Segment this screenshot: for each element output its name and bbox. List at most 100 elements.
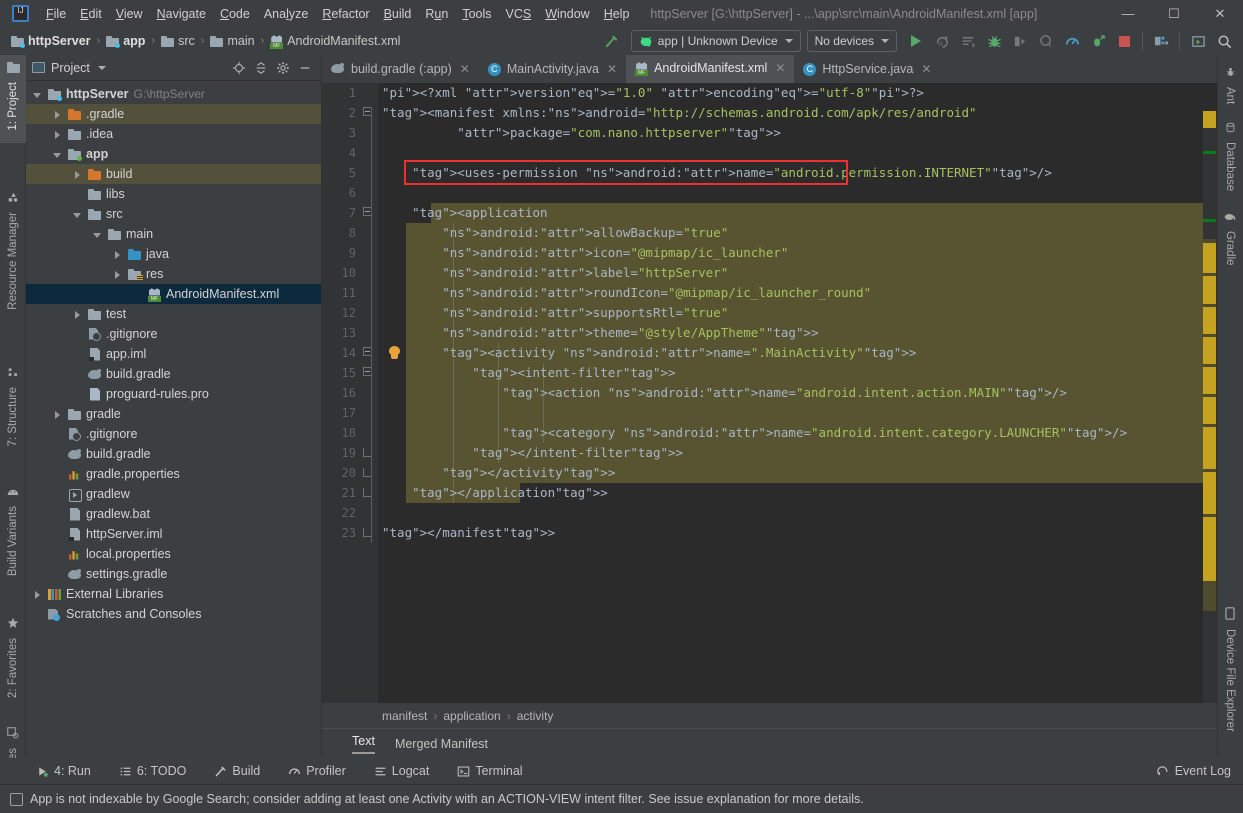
code-content[interactable]: "pi"><?xml "attr">version"eq">="1.0" "at… [378,83,1217,703]
code-line[interactable]: "tag"></intent-filter"tag">> [382,443,1217,463]
bottom-button-terminal[interactable]: Terminal [453,762,526,780]
code-line[interactable]: "tag"></application"tag">> [382,483,1217,503]
tree-node--gradle[interactable]: .gradle [26,104,321,124]
left-tool-tab-build-variants[interactable]: Build Variants [0,480,26,590]
profiler-icon[interactable] [1059,30,1085,52]
tree-node-httpserver-iml[interactable]: httpServer.iml [26,524,321,544]
tab-text[interactable]: Text [352,734,375,754]
tree-node--gitignore[interactable]: .gitignore [26,424,321,444]
tree-node-settings-gradle[interactable]: settings.gradle [26,564,321,584]
left-tool-tab-2--favorites[interactable]: 2: Favorites [0,610,26,715]
code-line[interactable]: "tag"><application [382,203,1217,223]
tree-node-local-properties[interactable]: local.properties [26,544,321,564]
code-line[interactable]: "ns">android:"attr">label="httpServer" [382,263,1217,283]
debug-icon[interactable] [981,30,1007,52]
code-line[interactable]: "tag"></activity"tag">> [382,463,1217,483]
code-line[interactable]: "ns">android:"attr">allowBackup="true" [382,223,1217,243]
code-line[interactable]: "tag"><manifest xmlns:"ns">android="http… [382,103,1217,123]
close-icon[interactable]: ✕ [607,62,617,76]
bottom-button-todo[interactable]: 6: TODO [115,762,191,780]
close-button[interactable]: ✕ [1197,0,1243,27]
code-line[interactable]: "tag"><category "ns">android:"attr">name… [382,423,1217,443]
tree-node-external-libraries[interactable]: External Libraries [26,584,321,604]
chevron-down-icon[interactable] [72,209,83,220]
tree-node-libs[interactable]: libs [26,184,321,204]
code-line[interactable]: "pi"><?xml "attr">version"eq">="1.0" "at… [382,83,1217,103]
code-line[interactable] [382,403,1217,423]
tree-node--idea[interactable]: .idea [26,124,321,144]
run-configuration-selector[interactable]: app | Unknown Device [630,30,801,52]
menu-item-build[interactable]: Build [377,4,419,24]
code-editor[interactable]: 1 2 3 4 5 6 7 8 9 10 11 12 13 14 15 16 17 18 19 20 21 22 23 "p… [322,83,1217,703]
menu-item-edit[interactable]: Edit [73,4,109,24]
right-tool-tab-database[interactable]: Database [1217,115,1243,200]
maximize-button[interactable]: ☐ [1151,0,1197,27]
menu-item-help[interactable]: Help [597,4,637,24]
chevron-down-icon[interactable] [92,229,103,240]
tree-node-app-iml[interactable]: app.iml [26,344,321,364]
run-with-coverage-icon[interactable] [1085,30,1111,52]
tree-node-proguard-rules-pro[interactable]: proguard-rules.pro [26,384,321,404]
minimize-button[interactable]: — [1105,0,1151,27]
menu-item-vcs[interactable]: VCS [499,4,539,24]
close-icon[interactable]: ✕ [921,62,931,76]
breadcrumb-activity[interactable]: activity [517,709,554,723]
tree-node-gradle-properties[interactable]: gradle.properties [26,464,321,484]
breadcrumb-manifest[interactable]: manifest [382,709,427,723]
breadcrumb-item-androidmanifest-xml[interactable]: AndroidManifest.xml [267,32,403,50]
menu-item-navigate[interactable]: Navigate [150,4,213,24]
editor-tab-mainactivity-java[interactable]: C MainActivity.java ✕ [479,55,626,83]
menu-item-view[interactable]: View [109,4,150,24]
breadcrumb-application[interactable]: application [443,709,500,723]
tree-node-java[interactable]: java [26,244,321,264]
code-line[interactable]: "tag"></manifest"tag">> [382,523,1217,543]
editor-tab-androidmanifest-xml[interactable]: AndroidManifest.xml ✕ [626,55,795,83]
menu-item-code[interactable]: Code [213,4,257,24]
collapse-all-icon[interactable] [251,58,271,78]
code-line[interactable]: "ns">android:"attr">theme="@style/AppThe… [382,323,1217,343]
chevron-right-icon[interactable] [112,249,123,260]
tree-node-gradlew-bat[interactable]: gradlew.bat [26,504,321,524]
tree-node-httpserver[interactable]: httpServer G:\httpServer [26,84,321,104]
stop-icon[interactable] [1111,30,1137,52]
editor-tab-build-gradle---app-[interactable]: build.gradle (:app) ✕ [322,55,479,83]
attach-process-icon[interactable] [1033,30,1059,52]
left-tool-tab-resource-manager[interactable]: Resource Manager [0,185,26,340]
code-line[interactable]: "attr">package="com.nano.httpserver""tag… [382,123,1217,143]
tree-node-test[interactable]: test [26,304,321,324]
bottom-button-run[interactable]: 4: Run [32,762,95,780]
code-line[interactable]: "ns">android:"attr">roundIcon="@mipmap/i… [382,283,1217,303]
chevron-right-icon[interactable] [52,129,63,140]
chevron-right-icon[interactable] [72,309,83,320]
settings-gear-icon[interactable] [273,58,293,78]
editor-tab-httpservice-java[interactable]: C HttpService.java ✕ [794,55,940,83]
locate-icon[interactable] [229,58,249,78]
menu-item-analyze[interactable]: Analyze [257,4,315,24]
run-icon[interactable] [903,30,929,52]
event-log-button[interactable]: Event Log [1156,764,1231,778]
breadcrumb-item-httpserver[interactable]: httpServer [8,32,94,50]
sdk-manager-icon[interactable] [1148,30,1174,52]
tab-merged-manifest[interactable]: Merged Manifest [395,737,488,751]
chevron-right-icon[interactable] [112,269,123,280]
right-tool-tab-ant[interactable]: Ant [1217,60,1243,108]
left-tool-tab-7--structure[interactable]: 7: Structure [0,360,26,465]
tree-node-res[interactable]: res [26,264,321,284]
left-tool-tab-1--project[interactable]: 1: Project [0,55,26,143]
code-line[interactable]: "tag"><intent-filter"tag">> [382,363,1217,383]
device-selector[interactable]: No devices [806,30,897,52]
build-hammer-icon[interactable] [599,30,625,52]
code-line[interactable] [382,183,1217,203]
chevron-down-icon[interactable] [32,89,43,100]
avd-manager-icon[interactable] [1185,30,1211,52]
attach-debugger-icon[interactable] [1007,30,1033,52]
tree-node-build-gradle[interactable]: build.gradle [26,364,321,384]
search-everywhere-icon[interactable] [1211,30,1237,52]
bottom-button-profiler[interactable]: Profiler [284,762,350,780]
tree-node-app[interactable]: app [26,144,321,164]
tree-node-src[interactable]: src [26,204,321,224]
tree-node-gradlew[interactable]: gradlew [26,484,321,504]
breadcrumb-item-src[interactable]: src [158,32,198,50]
menu-item-run[interactable]: Run [418,4,455,24]
tree-node--gitignore[interactable]: .gitignore [26,324,321,344]
